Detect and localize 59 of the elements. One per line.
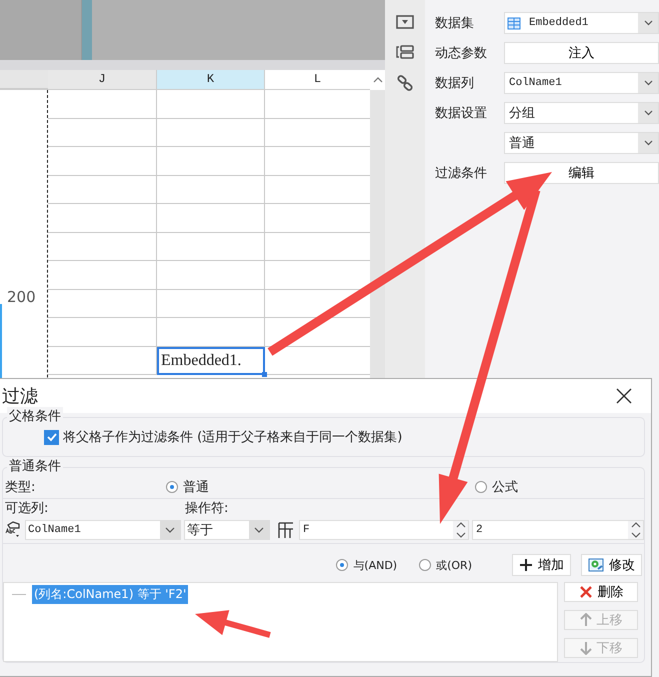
property-button[interactable]: 编辑 <box>504 162 659 184</box>
value-field[interactable]: F <box>299 520 469 540</box>
radio-label: 普通 <box>183 478 209 496</box>
property-select[interactable]: ColName1 <box>504 72 659 94</box>
column-select[interactable]: ColName1 <box>25 520 181 540</box>
delete-button[interactable]: 删除 <box>564 582 638 602</box>
radio-button[interactable] <box>166 481 178 493</box>
property-label: 数据列 <box>434 75 475 92</box>
edit-icon <box>588 557 604 573</box>
down-arrow-icon <box>580 641 592 655</box>
radio-button[interactable] <box>336 559 348 571</box>
close-icon[interactable] <box>616 388 632 404</box>
up-arrow-icon <box>580 613 592 627</box>
list-icon[interactable] <box>396 45 414 59</box>
property-select[interactable]: 普通 <box>504 132 659 154</box>
caret-icon <box>644 80 652 86</box>
radio-button[interactable] <box>419 559 432 571</box>
group-label: 父格条件 <box>7 407 63 425</box>
caret-icon <box>644 140 652 146</box>
operator-select[interactable]: 等于 <box>184 520 270 540</box>
group-label: 普通条件 <box>7 457 63 475</box>
row-header: 200 <box>7 288 36 306</box>
radio-label: 公式 <box>492 479 518 496</box>
property-label: 数据设置 <box>434 105 488 122</box>
field-label: 可选列: <box>4 500 50 517</box>
dialog-title: 过滤 <box>2 385 38 408</box>
property-label: 过滤条件 <box>434 165 488 182</box>
value-field[interactable]: 2 <box>472 520 644 540</box>
radio-label: 或(OR) <box>436 558 472 572</box>
caret-icon <box>644 20 652 26</box>
field-label: 操作符: <box>184 500 228 517</box>
column-header[interactable]: K <box>157 70 265 90</box>
link-icon[interactable] <box>397 75 413 91</box>
table-cell[interactable]: Embedded1. <box>157 346 265 375</box>
checkbox[interactable] <box>44 430 59 444</box>
plus-icon <box>519 558 533 572</box>
property-button[interactable]: 注入 <box>504 42 659 64</box>
grid-icon[interactable] <box>277 521 295 539</box>
caret-icon <box>165 527 175 533</box>
spinner-icon[interactable] <box>630 521 640 539</box>
property-label: 数据集 <box>434 15 475 32</box>
caret-icon <box>372 77 382 83</box>
property-label: 动态参数 <box>434 45 488 62</box>
add-button[interactable]: 增加 <box>512 554 571 576</box>
column-header[interactable]: J <box>48 70 157 90</box>
field-label: 类型: <box>4 479 36 496</box>
caret-icon <box>644 110 652 116</box>
radio-button[interactable] <box>475 481 487 493</box>
dropdown-box-icon[interactable] <box>396 15 414 29</box>
spinner-icon[interactable] <box>456 521 466 539</box>
property-select[interactable]: 分组 <box>504 102 659 124</box>
checkbox-label: 将父格子作为过滤条件 (适用于父子格来自于同一个数据集) <box>63 429 402 446</box>
property-select[interactable]: Embedded1 <box>504 12 659 34</box>
edit-button[interactable]: 修改 <box>581 554 642 576</box>
caret-icon <box>254 527 264 533</box>
delete-icon <box>578 585 592 599</box>
radio-label: 与(AND) <box>353 558 398 572</box>
table-icon <box>507 16 521 30</box>
corner-header <box>0 70 48 90</box>
